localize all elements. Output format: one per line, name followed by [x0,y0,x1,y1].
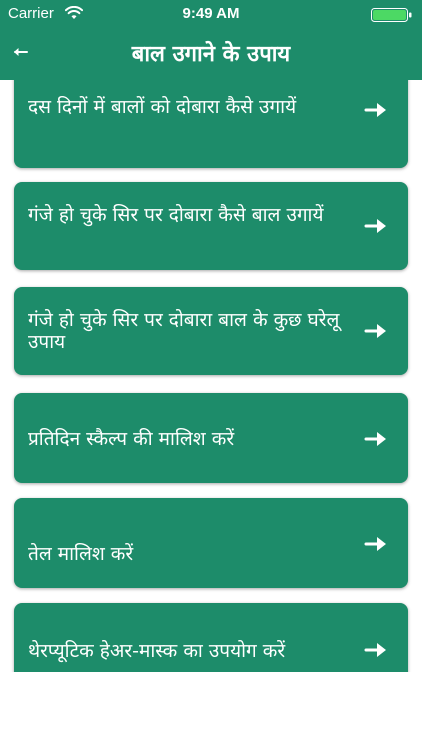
topic-list: दस दिनों में बालों को दोबारा कैसे उगायें… [0,80,422,672]
list-item[interactable]: प्रतिदिन स्कैल्प की मालिश करें [14,393,408,483]
page-title: बाल उगाने के उपाय [131,42,291,67]
navbar: बाल उगाने के उपाय [0,28,422,80]
list-item[interactable]: गंजे हो चुके सिर पर दोबारा बाल के कुछ घर… [14,287,408,375]
right-arrow-icon [364,103,386,117]
battery-icon [371,8,412,22]
right-arrow-icon [364,219,386,233]
list-item-label: प्रतिदिन स्कैल्प की मालिश करें [28,428,235,450]
list-item[interactable]: तेल मालिश करें [14,498,408,588]
list-item-label: दस दिनों में बालों को दोबारा कैसे उगायें [28,96,297,118]
right-arrow-icon [364,537,386,551]
right-arrow-icon [364,324,386,338]
list-item[interactable]: दस दिनों में बालों को दोबारा कैसे उगायें [14,80,408,168]
list-item-label: तेल मालिश करें [28,543,134,565]
list-item-label: गंजे हो चुके सिर पर दोबारा कैसे बाल उगाय… [28,204,324,226]
list-item-label: गंजे हो चुके सिर पर दोबारा बाल के कुछ घर… [28,309,340,353]
right-arrow-icon [364,643,386,657]
list-item-label: थेरप्यूटिक हेअर-मास्क का उपयोग करें [28,640,286,662]
header: Carrier 9:49 AM बाल उगाने के उपाय [0,0,422,80]
list-item[interactable]: गंजे हो चुके सिर पर दोबारा कैसे बाल उगाय… [14,182,408,270]
status-bar: Carrier 9:49 AM [0,0,422,28]
list-item[interactable]: थेरप्यूटिक हेअर-मास्क का उपयोग करें [14,603,408,672]
right-arrow-icon [364,432,386,446]
app-screen: Carrier 9:49 AM बाल उगाने के उपाय दस दिन… [0,0,422,750]
status-time: 9:49 AM [182,5,240,22]
